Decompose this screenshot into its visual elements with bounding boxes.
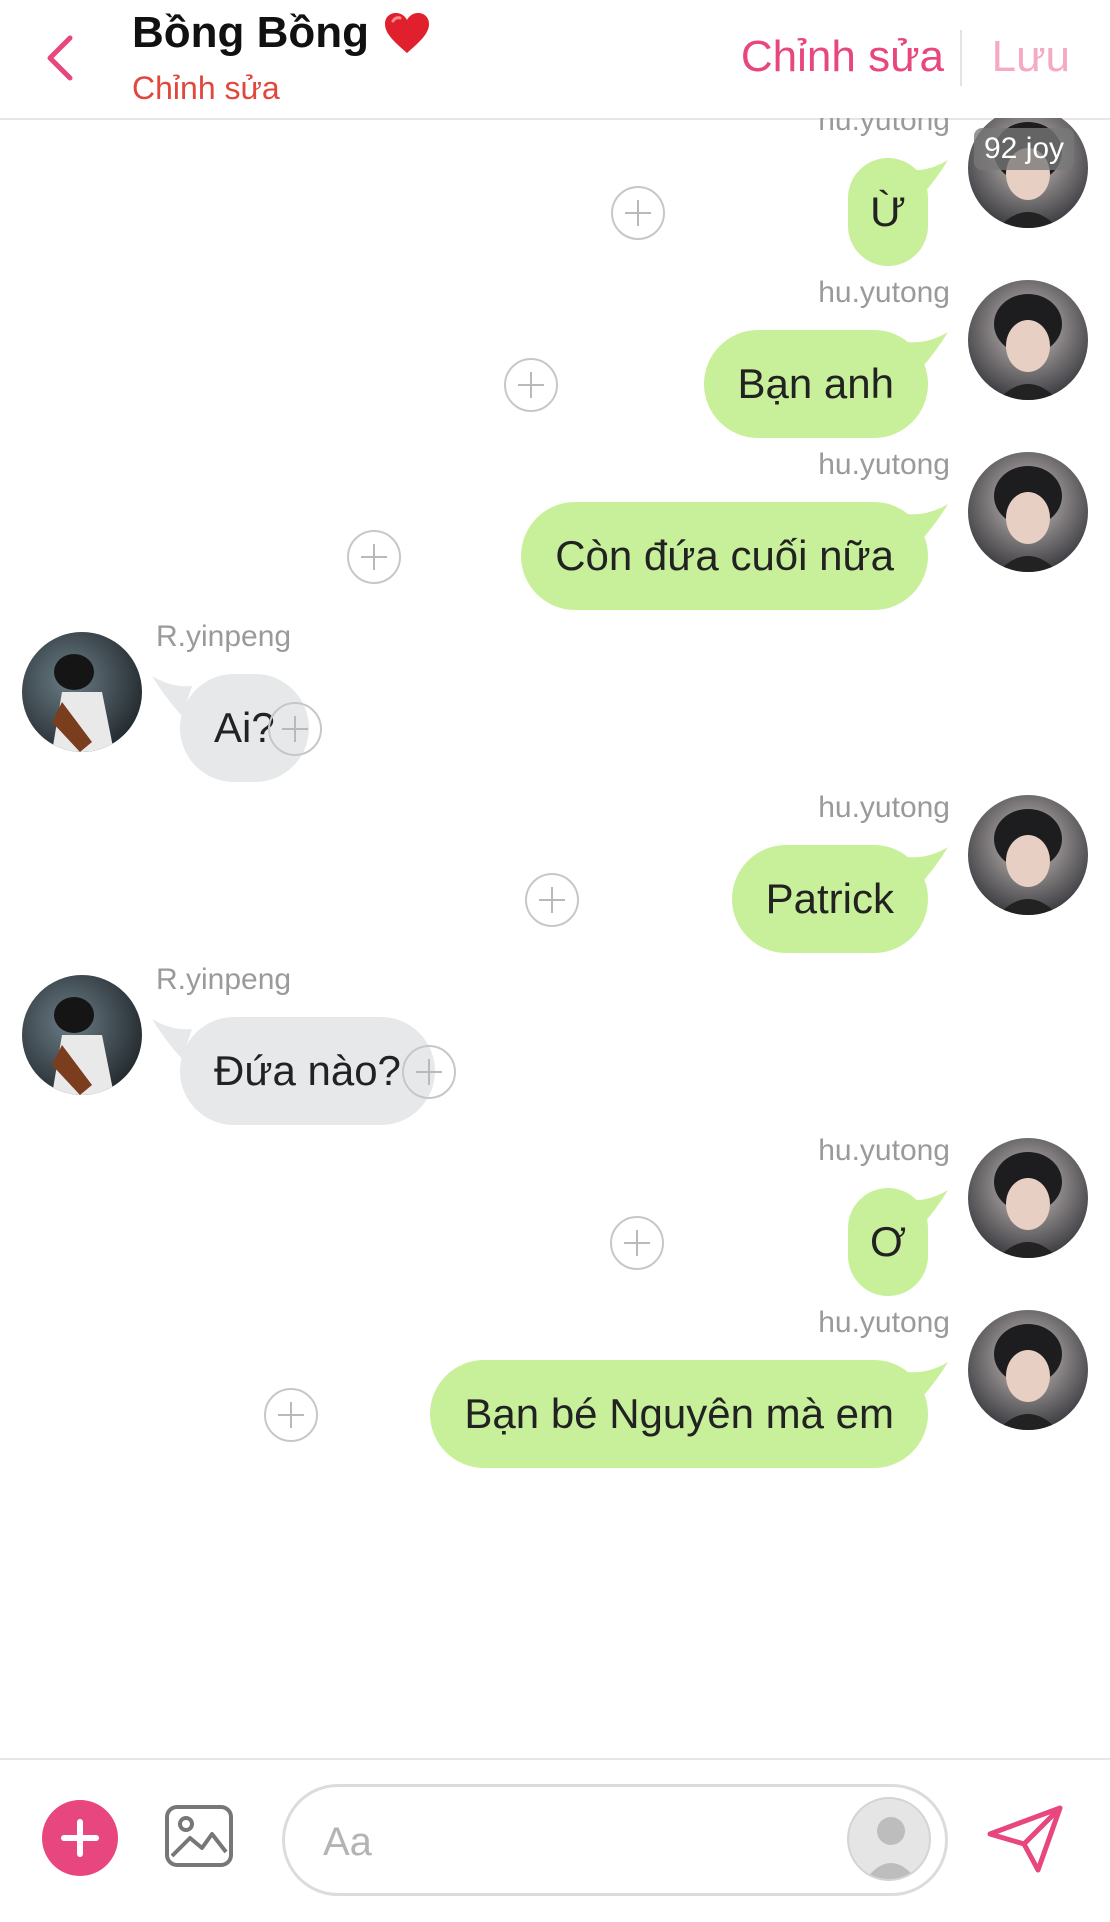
avatar[interactable]	[22, 632, 142, 752]
plus-circle-icon[interactable]	[610, 1216, 664, 1270]
chat-title-group[interactable]: Bồng Bồng	[132, 8, 431, 58]
chat-header: Bồng Bồng Chỉnh sửa Chỉnh sửa Lưu	[0, 0, 1110, 120]
bubble-tail	[908, 1190, 948, 1230]
image-icon[interactable]	[164, 1804, 234, 1868]
bubble-tail	[908, 847, 948, 887]
sender-name: hu.yutong	[818, 1306, 950, 1339]
plus-circle-icon[interactable]	[402, 1045, 456, 1099]
sender-name: hu.yutong	[818, 118, 950, 137]
avatar[interactable]	[968, 280, 1088, 400]
sender-name: hu.yutong	[818, 791, 950, 824]
message-input-container[interactable]	[282, 1784, 948, 1896]
save-button[interactable]: Lưu	[992, 32, 1070, 82]
chat-subtitle[interactable]: Chỉnh sửa	[132, 70, 280, 107]
sender-name: hu.yutong	[818, 448, 950, 481]
user-placeholder-icon[interactable]	[847, 1797, 931, 1881]
send-icon[interactable]	[986, 1804, 1064, 1874]
message-bubble[interactable]: Đứa nào?	[180, 1017, 435, 1125]
bubble-tail	[908, 504, 948, 544]
add-icon[interactable]	[42, 1800, 118, 1876]
back-chevron-icon[interactable]	[40, 28, 80, 88]
message-bubble[interactable]: Bạn bé Nguyên mà em	[430, 1360, 928, 1468]
message-input[interactable]	[321, 1813, 785, 1871]
heart-icon	[385, 13, 430, 53]
plus-circle-icon[interactable]	[264, 1388, 318, 1442]
message-bubble[interactable]: Bạn anh	[703, 330, 928, 438]
sender-name: R.yinpeng	[156, 620, 292, 653]
plus-circle-icon[interactable]	[525, 873, 579, 927]
plus-circle-icon[interactable]	[611, 186, 665, 240]
message-bubble[interactable]: Patrick	[731, 845, 928, 953]
avatar[interactable]	[968, 1310, 1088, 1430]
bubble-tail	[908, 1362, 948, 1402]
plus-circle-icon[interactable]	[268, 702, 322, 756]
bubble-tail	[908, 332, 948, 372]
message-bubble[interactable]: Còn đứa cuối nữa	[521, 502, 928, 610]
score-badge: 92 joy	[974, 128, 1075, 170]
sender-name: R.yinpeng	[156, 963, 292, 996]
bubble-tail	[908, 160, 948, 200]
sender-name: hu.yutong	[818, 1134, 950, 1167]
header-divider	[960, 30, 962, 86]
composer-bar	[0, 1758, 1110, 1922]
avatar[interactable]	[968, 452, 1088, 572]
sender-name: hu.yutong	[818, 276, 950, 309]
plus-circle-icon[interactable]	[504, 358, 558, 412]
message-row: hu.yutong Bạn bé Nguyên mà em	[0, 1306, 1110, 1510]
edit-button[interactable]: Chỉnh sửa	[741, 32, 944, 82]
avatar[interactable]	[22, 975, 142, 1095]
plus-circle-icon[interactable]	[347, 530, 401, 584]
avatar[interactable]	[968, 795, 1088, 915]
chat-title: Bồng Bồng	[132, 8, 370, 57]
avatar[interactable]	[968, 1138, 1088, 1258]
chat-messages[interactable]: hu.yutong Ừ 92 joy hu.yutong Bạn anh hu.…	[0, 118, 1110, 1758]
